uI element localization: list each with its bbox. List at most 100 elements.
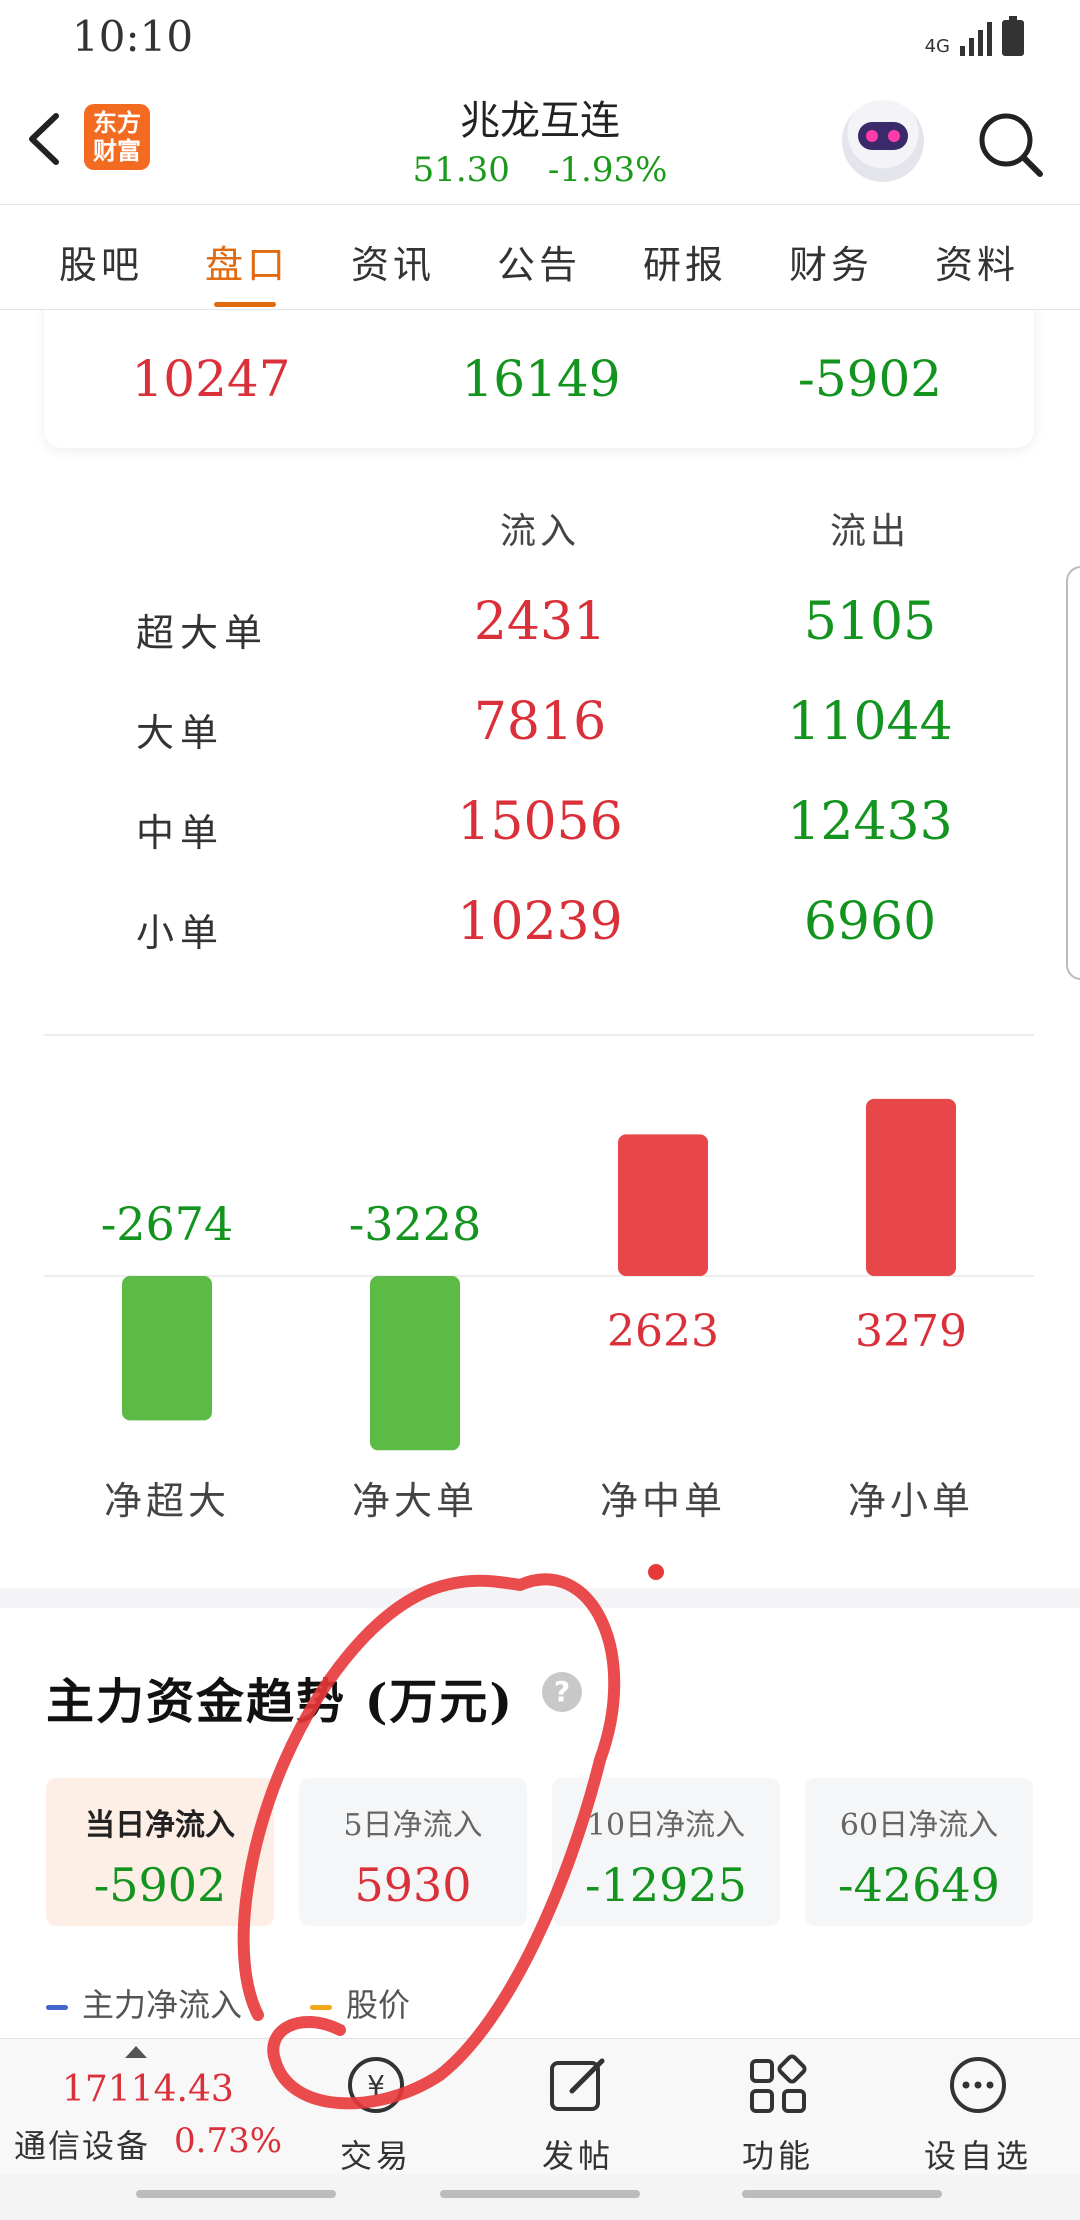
card-label: 5日净流入	[343, 1808, 483, 1843]
main-inflow-value: 10247	[131, 350, 291, 408]
large-inflow: 7816	[473, 692, 607, 752]
bar-1	[122, 1276, 212, 1421]
back-arrow-icon[interactable]	[22, 106, 66, 172]
trade-icon: ¥	[348, 2057, 404, 2113]
status-bar: 10:10 4G	[0, 0, 1080, 80]
card-today-net-inflow[interactable]: 当日净流入 -5902	[46, 1778, 274, 1926]
bar-2	[370, 1276, 460, 1451]
post-icon	[550, 2058, 605, 2111]
nav-label: 交易	[339, 2137, 412, 2175]
ai-assistant-avatar[interactable]	[842, 100, 924, 182]
tab-bar: 股吧 盘口 资讯 公告 研报 财务 资料	[0, 206, 1080, 310]
legend-label: 主力净流入	[82, 1986, 243, 2024]
legend-swatch-orange	[310, 2005, 332, 2010]
nav-label: 功能	[741, 2137, 814, 2175]
sector-index-value[interactable]: 17114.43	[62, 2069, 234, 2110]
tab-news[interactable]: 资讯	[338, 234, 448, 289]
main-outflow-value: 16149	[461, 350, 621, 408]
nav-pill-center[interactable]	[440, 2190, 640, 2198]
bar-value-label: -3228	[349, 1197, 482, 1251]
more-icon	[950, 2057, 1006, 2113]
nav-post[interactable]: 发帖	[508, 2053, 648, 2177]
page-indicator-dot	[648, 1564, 664, 1580]
inflow-header: 流入	[499, 511, 580, 552]
bar-4	[866, 1098, 956, 1276]
nav-trade[interactable]: ¥ 交易	[306, 2053, 446, 2177]
legend-label: 股价	[346, 1986, 411, 2024]
card-10day-net-inflow[interactable]: 10日净流入 -12925	[552, 1778, 780, 1926]
help-icon[interactable]: ?	[542, 1672, 582, 1712]
net-flow-bar-chart: -2674 净超大 -3228 净大单 2623 净中单 3279 净小单	[44, 1098, 1034, 1523]
stock-name: 兆龙互连	[460, 98, 620, 144]
row-label-super-large: 超大单	[136, 611, 269, 655]
network-type: 4G	[924, 36, 950, 57]
category-label: 净大单	[352, 1479, 478, 1523]
bar-value-label: 2623	[607, 1306, 719, 1357]
stock-price: 51.30	[412, 150, 510, 190]
legend-main-net-inflow: 主力净流入	[46, 1980, 242, 2026]
tab-guba[interactable]: 股吧	[46, 234, 156, 289]
card-value: -12925	[585, 1858, 747, 1912]
category-label: 净超大	[104, 1479, 230, 1523]
stock-header: 东方财富 兆龙互连 51.30 -1.93%	[0, 80, 1080, 205]
row-label-medium: 中单	[136, 811, 225, 855]
nav-pill-left[interactable]	[136, 2190, 336, 2198]
nav-label: 设自选	[923, 2137, 1032, 2175]
nav-add-watchlist[interactable]: 设自选	[908, 2053, 1048, 2177]
nav-pill-right[interactable]	[742, 2190, 942, 2198]
system-nav-bar	[0, 2174, 1080, 2220]
tab-announcements[interactable]: 公告	[484, 234, 594, 289]
caret-up-icon[interactable]	[124, 2045, 148, 2059]
signal-icon	[960, 22, 992, 56]
apps-icon	[750, 2054, 807, 2113]
bottom-bar: 17114.43 通信设备 0.73% ¥ 交易 发帖 功能 设自选	[0, 2038, 1080, 2177]
card-60day-net-inflow[interactable]: 60日净流入 -42649	[805, 1778, 1033, 1926]
bar-3	[618, 1134, 708, 1276]
category-label: 净小单	[848, 1479, 974, 1523]
status-icons: 4G	[925, 16, 1024, 56]
row-label-small: 小单	[136, 911, 225, 955]
tab-finance[interactable]: 财务	[776, 234, 886, 289]
tab-profile[interactable]: 资料	[922, 234, 1032, 289]
category-label: 净中单	[600, 1479, 726, 1523]
side-scroll-handle[interactable]	[1066, 566, 1080, 980]
legend-stock-price: 股价	[310, 1980, 410, 2026]
section-gap	[0, 1588, 1080, 1608]
small-inflow: 10239	[457, 892, 623, 952]
card-value: -42649	[838, 1858, 1000, 1912]
card-value: 5930	[354, 1858, 472, 1912]
trend-title: 主力资金趋势 (万元)	[46, 1674, 515, 1730]
row-label-large: 大单	[136, 711, 225, 755]
card-5day-net-inflow[interactable]: 5日净流入 5930	[299, 1778, 527, 1926]
app-logo: 东方财富	[84, 104, 150, 170]
small-outflow: 6960	[803, 892, 937, 952]
card-label: 当日净流入	[85, 1808, 235, 1843]
stock-quote: 51.30 -1.93%	[340, 150, 740, 190]
card-label: 60日净流入	[839, 1808, 999, 1843]
card-value: -5902	[93, 1858, 227, 1912]
bar-value-label: 3279	[855, 1306, 967, 1357]
outflow-header: 流出	[829, 511, 910, 552]
super-large-inflow: 2431	[473, 592, 607, 652]
nav-label: 发帖	[541, 2137, 614, 2175]
sector-change[interactable]: 0.73%	[174, 2121, 282, 2161]
status-time: 10:10	[72, 12, 194, 61]
large-outflow: 11044	[787, 692, 953, 752]
battery-icon	[1002, 16, 1024, 56]
medium-outflow: 12433	[787, 792, 953, 852]
super-large-outflow: 5105	[803, 592, 937, 652]
tab-research[interactable]: 研报	[630, 234, 740, 289]
tab-pankou[interactable]: 盘口	[192, 234, 302, 307]
page: 10:10 4G 东方财富 兆龙互连 51.30 -1.93% 股吧 盘口 资讯 …	[0, 0, 1080, 2220]
main-net-flow-value: -5902	[797, 350, 943, 408]
card-label: 10日净流入	[586, 1808, 746, 1843]
stock-change: -1.93%	[547, 150, 668, 190]
nav-functions[interactable]: 功能	[708, 2053, 848, 2177]
svg-text:¥: ¥	[367, 2069, 385, 2102]
legend-swatch-blue	[46, 2005, 68, 2010]
search-icon[interactable]	[972, 106, 1048, 182]
bar-value-label: -2674	[101, 1197, 234, 1251]
medium-inflow: 15056	[457, 792, 623, 852]
section-divider	[44, 1034, 1034, 1036]
sector-name[interactable]: 通信设备	[14, 2121, 150, 2167]
